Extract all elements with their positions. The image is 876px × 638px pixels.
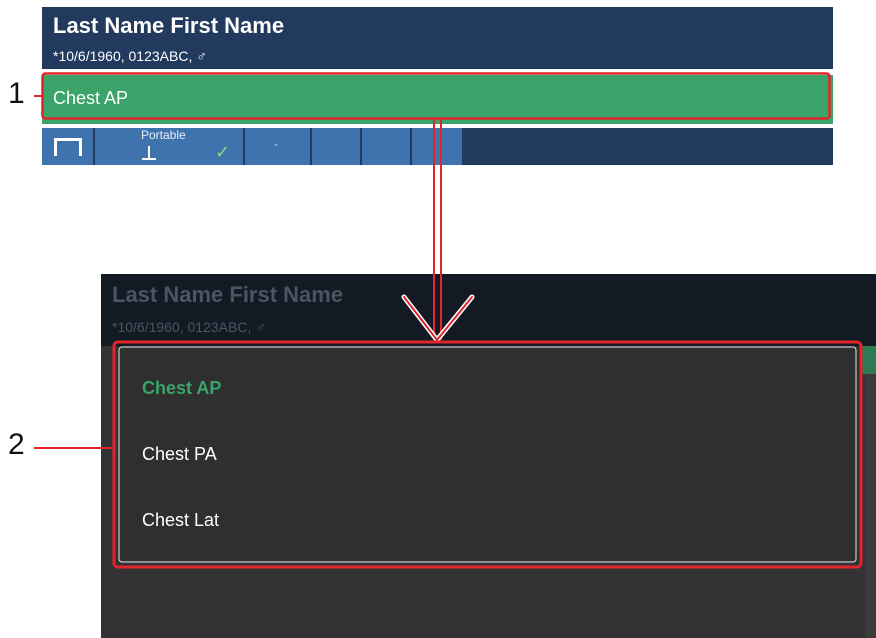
callout-number-2: 2 [8,428,25,461]
patient-details-dimmed: *10/6/1960, 0123ABC, ♂ [112,319,266,335]
dropdown-item-chest-pa[interactable]: Chest PA [142,444,217,465]
patient-details: *10/6/1960, 0123ABC, ♂ [53,48,207,64]
patient-panel: Last Name First Name *10/6/1960, 0123ABC… [42,7,833,165]
acquisition-toolbar: Portable ✓ - [42,128,833,165]
portable-label: Portable [141,128,186,142]
toolbar-button-empty[interactable]: - [245,128,312,165]
dropdown-item-chest-lat[interactable]: Chest Lat [142,510,219,531]
patient-name-dimmed: Last Name First Name [112,282,344,307]
background-strip [865,374,876,638]
procedure-dropdown-view: Last Name First Name *10/6/1960, 0123ABC… [101,274,876,638]
portable-detector-icon [142,146,156,160]
toolbar-button-empty[interactable] [362,128,412,165]
toolbar-button-empty[interactable] [312,128,362,165]
check-icon: ✓ [215,142,231,162]
table-icon [54,138,82,156]
dropdown-item-chest-ap[interactable]: Chest AP [142,378,221,399]
dash-label: - [274,137,278,151]
procedure-dropdown-list: Chest AP Chest PA Chest Lat [118,346,860,560]
patient-name: Last Name First Name [53,13,285,38]
procedure-label: Chest AP [53,88,129,108]
portable-button[interactable]: Portable ✓ [95,128,245,165]
table-button[interactable] [42,128,95,165]
procedure-bar-edge [861,346,876,374]
callout-number-1: 1 [8,77,25,110]
toolbar-button-empty[interactable] [412,128,462,165]
procedure-selector[interactable]: Chest AP [42,75,833,124]
patient-header-dimmed: Last Name First Name *10/6/1960, 0123ABC… [101,274,876,346]
